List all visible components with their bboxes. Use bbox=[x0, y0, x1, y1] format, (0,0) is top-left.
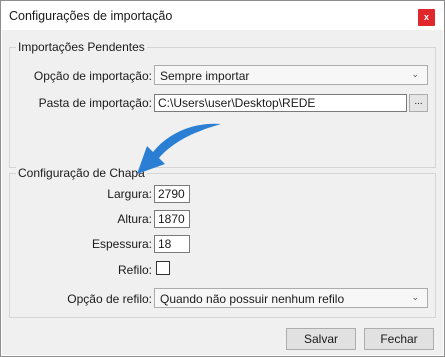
import-option-select[interactable]: Sempre importar ⌄ bbox=[154, 65, 428, 85]
title-bar[interactable]: Configurações de importação x bbox=[1, 1, 444, 30]
pending-imports-legend: Importações Pendentes bbox=[16, 40, 147, 54]
close-window-button[interactable]: x bbox=[418, 9, 435, 26]
close-button[interactable]: Fechar bbox=[364, 328, 434, 350]
trim-option-label: Opção de refilo: bbox=[67, 292, 152, 306]
import-option-label: Opção de importação: bbox=[33, 69, 152, 83]
curved-arrow-icon bbox=[137, 123, 221, 174]
dialog-window: Configurações de importação x Importaçõe… bbox=[0, 0, 445, 357]
height-label: Altura: bbox=[117, 212, 152, 226]
sheet-config-legend: Configuração de Chapa bbox=[16, 166, 147, 180]
trim-label: Refilo: bbox=[117, 263, 152, 277]
sheet-config-group: Configuração de Chapa Largura: 2790 Altu… bbox=[9, 166, 436, 318]
thickness-input[interactable]: 18 bbox=[154, 235, 190, 253]
import-folder-input[interactable]: C:\Users\user\Desktop\REDE bbox=[154, 94, 407, 112]
browse-folder-button[interactable]: ... bbox=[409, 94, 428, 112]
trim-checkbox[interactable] bbox=[156, 261, 170, 275]
chevron-down-icon: ⌄ bbox=[411, 292, 419, 302]
trim-option-select[interactable]: Quando não possuir nenhum refilo ⌄ bbox=[154, 288, 428, 308]
window-title: Configurações de importação bbox=[9, 9, 173, 23]
width-input[interactable]: 2790 bbox=[154, 185, 190, 203]
thickness-label: Espessura: bbox=[91, 237, 152, 251]
import-option-value: Sempre importar bbox=[160, 69, 250, 83]
save-button[interactable]: Salvar bbox=[286, 328, 356, 350]
import-folder-label: Pasta de importação: bbox=[38, 96, 152, 110]
height-input[interactable]: 1870 bbox=[154, 210, 190, 228]
trim-option-value: Quando não possuir nenhum refilo bbox=[160, 292, 345, 306]
dialog-body: Importações Pendentes Opção de importaçã… bbox=[2, 30, 443, 355]
chevron-down-icon: ⌄ bbox=[411, 69, 419, 79]
width-label: Largura: bbox=[107, 187, 152, 201]
